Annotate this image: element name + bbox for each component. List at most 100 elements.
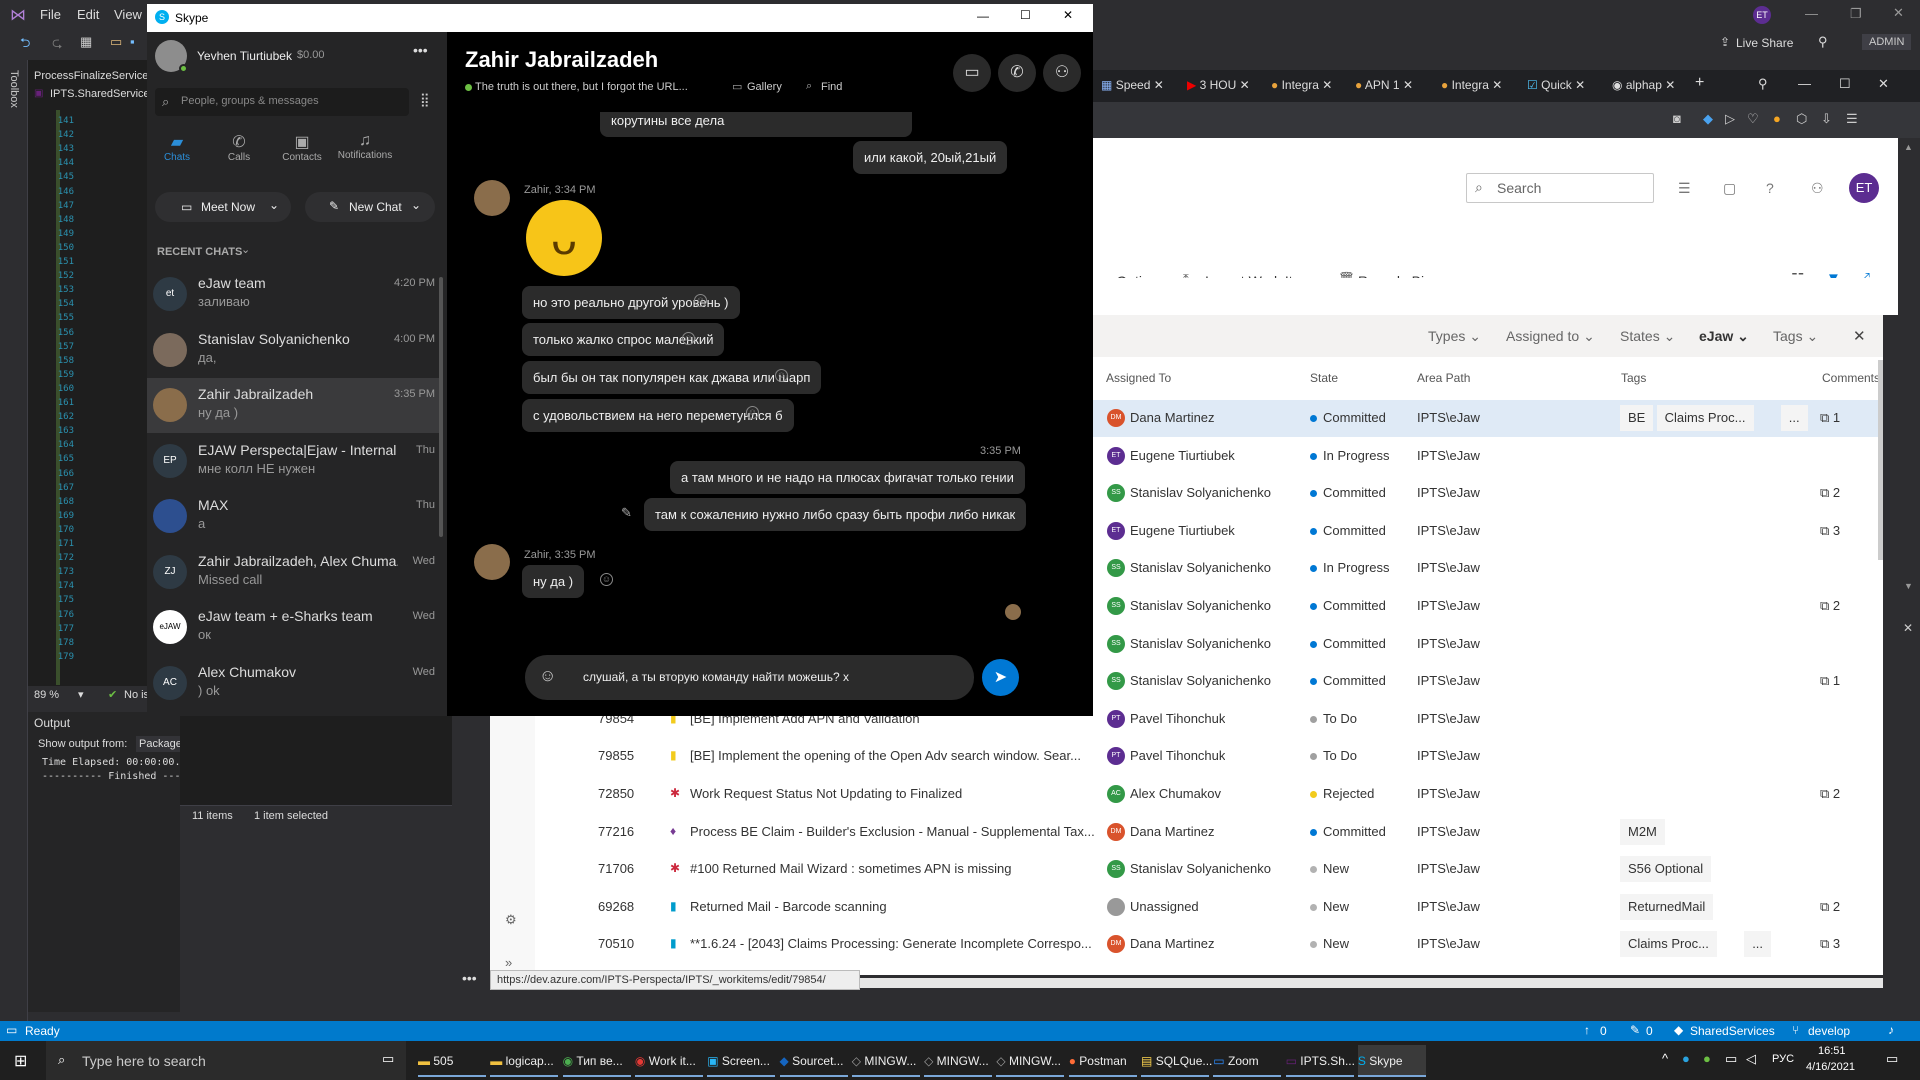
play-icon[interactable]: ▷ xyxy=(1725,111,1735,127)
scroll-down-icon[interactable]: ▼ xyxy=(1904,581,1913,591)
toolbox-label[interactable]: Toolbox xyxy=(8,70,20,108)
maximize-vs-icon[interactable]: ❐ xyxy=(1850,6,1862,22)
list-icon[interactable]: ☰ xyxy=(1678,180,1691,197)
assigned-to[interactable]: Dana Martinez xyxy=(1130,824,1215,839)
branch-name[interactable]: develop xyxy=(1808,1024,1850,1038)
state[interactable]: Rejected xyxy=(1310,786,1374,801)
save-icon[interactable]: ▪ xyxy=(130,34,135,49)
table-row[interactable]: 77216 ♦ Process BE Claim - Builder's Exclu… xyxy=(490,814,1883,851)
browser-tab[interactable]: ☑ Quick ✕ xyxy=(1527,78,1585,92)
dialpad-icon[interactable]: ⣿ xyxy=(420,92,430,108)
menu-edit[interactable]: Edit xyxy=(69,0,107,29)
taskbar-app[interactable]: ▭ Zoom xyxy=(1213,1045,1282,1077)
recent-chats-label[interactable]: RECENT CHATS xyxy=(157,246,242,258)
more-icon[interactable]: ••• xyxy=(462,970,477,986)
close-tab-icon[interactable]: ✕ xyxy=(1403,78,1413,92)
taskbar-app[interactable]: ▬ 505 xyxy=(418,1045,486,1077)
close-tab-icon[interactable]: ✕ xyxy=(1240,78,1250,92)
vs-logo-icon[interactable]: ⋈ xyxy=(10,5,26,25)
taskbar-app[interactable]: ◇ MINGW... xyxy=(924,1045,993,1077)
tag[interactable]: BE xyxy=(1620,405,1654,431)
sender-avatar[interactable] xyxy=(474,180,510,216)
shield-tray-icon[interactable]: ● xyxy=(1703,1051,1711,1066)
language-indicator[interactable]: РУС xyxy=(1772,1053,1794,1065)
branch-icon[interactable]: ⑂ xyxy=(1792,1023,1799,1037)
comments-count[interactable]: ⧉ 1 xyxy=(1820,410,1840,426)
new-tab-button[interactable]: + xyxy=(1695,74,1704,92)
work-item-title[interactable]: [BE] Implement the opening of the Open A… xyxy=(690,748,1110,763)
emoji-icon[interactable]: ☺ xyxy=(539,666,556,686)
state[interactable]: To Do xyxy=(1310,748,1357,763)
task-view-icon[interactable]: ▭ xyxy=(382,1051,394,1067)
assigned-to[interactable]: Stanislav Solyanichenko xyxy=(1130,485,1271,500)
chat-list-item[interactable]: eJAW eJaw team + e-Sharks team ок Wed xyxy=(147,600,443,655)
browser-close-icon[interactable]: ✕ xyxy=(1878,76,1889,92)
assigned-to[interactable]: Unassigned xyxy=(1130,899,1199,914)
message-in[interactable]: ну да ) xyxy=(522,565,585,598)
telegram-icon[interactable]: ● xyxy=(1682,1051,1690,1066)
taskbar-app[interactable]: ▬ logicap... xyxy=(490,1045,559,1077)
add-people-button[interactable]: ⚇ xyxy=(1043,54,1081,92)
state[interactable]: In Progress xyxy=(1310,560,1389,575)
shield-icon[interactable]: ◆ xyxy=(1703,111,1713,127)
volume-icon[interactable]: ◁ xyxy=(1746,1051,1756,1067)
taskbar-app[interactable]: ▤ SQLQue... xyxy=(1141,1045,1212,1077)
taskbar-app[interactable]: ◇ MINGW... xyxy=(851,1045,920,1077)
bulb-icon[interactable]: ● xyxy=(1773,111,1781,126)
new-chat-button[interactable]: ✎ New Chat ⌄ xyxy=(305,192,435,222)
comments-count[interactable]: ⧉ 3 xyxy=(1820,523,1840,539)
find-link[interactable]: Find xyxy=(821,81,842,93)
push-count[interactable]: 0 xyxy=(1600,1024,1607,1038)
col-assigned[interactable]: Assigned To xyxy=(1106,371,1171,385)
col-tags[interactable]: Tags xyxy=(1621,371,1646,385)
work-item-title[interactable]: Returned Mail - Barcode scanning xyxy=(690,899,1110,914)
react-icon[interactable]: ☺ xyxy=(775,369,788,382)
minimize-vs-icon[interactable]: — xyxy=(1805,6,1818,21)
new-project-icon[interactable]: ▦ xyxy=(80,34,92,50)
menu-view[interactable]: View xyxy=(106,0,150,29)
react-icon[interactable]: ☺ xyxy=(746,406,759,419)
network-icon[interactable]: ▭ xyxy=(1725,1051,1737,1067)
chevron-down-icon[interactable]: ⌄ xyxy=(241,243,250,256)
output-source-select[interactable]: Package xyxy=(136,736,185,752)
browser-tab[interactable]: ● Integra ✕ xyxy=(1271,78,1332,92)
chat-list-item[interactable]: AC Alex Chumakov) ok Wed xyxy=(147,656,443,711)
browser-tab[interactable]: ● APN 1 ✕ xyxy=(1355,78,1413,92)
table-row[interactable]: 72850 ✱ Work Request Status Not Updating t… xyxy=(490,776,1883,813)
grid-vscroll[interactable] xyxy=(1878,360,1883,560)
feedback-icon[interactable]: ⚲ xyxy=(1818,34,1828,50)
forward-icon[interactable]: ⮎ xyxy=(52,34,62,56)
download-icon[interactable]: ⇩ xyxy=(1821,111,1832,127)
push-icon[interactable]: ↑ xyxy=(1584,1023,1590,1037)
settings-gear-icon[interactable]: ⚙ xyxy=(505,912,517,928)
back-icon[interactable]: ⮌ xyxy=(20,34,30,56)
react-icon[interactable]: ☺ xyxy=(600,573,613,586)
assigned-to[interactable]: Eugene Tiurtiubek xyxy=(1130,523,1235,538)
close-tab-icon[interactable]: ✕ xyxy=(1575,78,1585,92)
tag[interactable]: ... xyxy=(1780,405,1808,431)
tag[interactable]: ReturnedMail xyxy=(1620,893,1714,920)
message-in[interactable]: но это реально другой уровень ) xyxy=(522,286,740,319)
clear-filter-icon[interactable]: ✕ xyxy=(1853,327,1866,345)
chat-list-item[interactable]: EP EJAW Perspecta|Ejaw - Internal мне колл… xyxy=(147,434,443,489)
taskbar-search[interactable]: ⌕ Type here to search xyxy=(46,1041,406,1080)
browser-tab[interactable]: ▦ Speed ✕ xyxy=(1101,78,1164,92)
assigned-to[interactable]: Dana Martinez xyxy=(1130,936,1215,951)
chat-list-item[interactable]: MAX а Thu xyxy=(147,489,443,544)
close-tab-icon[interactable]: ✕ xyxy=(1322,78,1332,92)
changes-icon[interactable]: ✎ xyxy=(1630,1023,1640,1037)
assigned-to[interactable]: Eugene Tiurtiubek xyxy=(1130,448,1235,463)
column-options-button[interactable] xyxy=(1093,278,1094,279)
table-row[interactable]: 79855 ▮ [BE] Implement the opening of the … xyxy=(490,738,1883,775)
repo-name[interactable]: SharedServices xyxy=(1690,1024,1775,1038)
chat-list-scrollbar[interactable] xyxy=(439,277,443,537)
zoom-chevron-icon[interactable]: ▾ xyxy=(78,688,84,701)
comments-count[interactable]: ⧉ 1 xyxy=(1820,673,1840,689)
browser-search-icon[interactable]: ⚲ xyxy=(1758,76,1768,92)
profile-name[interactable]: Yevhen Tiurtiubek xyxy=(197,49,292,63)
comments-count[interactable]: ⧉ 2 xyxy=(1820,899,1840,915)
chat-list-item[interactable]: Stanislav Solyanichenko да, 4:00 PM xyxy=(147,323,443,378)
skype-maximize-icon[interactable]: ☐ xyxy=(1020,8,1031,22)
tag[interactable]: Claims Proc... xyxy=(1620,931,1717,958)
heart-icon[interactable]: ♡ xyxy=(1747,111,1759,127)
